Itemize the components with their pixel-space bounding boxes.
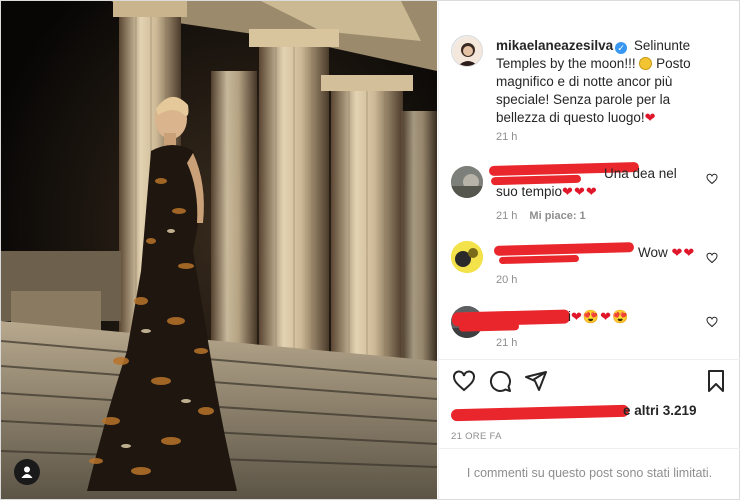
user-tag-icon [21,466,33,478]
actions-divider [439,359,740,360]
comment-2-hearts: ❤❤ [671,245,696,260]
comment-2-time[interactable]: 20 h [496,274,517,286]
author-photo-icon [453,37,482,66]
verified-badge-icon: ✓ [615,42,628,54]
post-caption: mikaelaneazesilva ✓ Selinunte Temples by … [496,37,720,127]
comment-3-like-icon[interactable] [706,316,718,328]
comment-1-time[interactable]: 21 h [496,210,517,222]
user-tag-button[interactable] [14,459,40,485]
comment-1-likes[interactable]: Mi piace: 1 [529,210,585,222]
author-username[interactable]: mikaelaneazesilva [496,38,613,53]
caption-heart-emoji: ❤ [644,110,657,125]
comment-3-meta: 21 h [496,337,517,349]
comment-2-like-icon[interactable] [706,252,718,264]
share-icon[interactable] [524,369,548,393]
comment-1-meta: 21 h Mi piace: 1 [496,210,586,222]
comment-1-like-icon[interactable] [706,173,718,185]
moon-emoji-icon [639,57,653,70]
commenter-photo-icon [451,241,483,273]
comment-avatar-2[interactable] [451,241,483,273]
comments-panel: mikaelaneazesilva ✓ Selinunte Temples by … [438,1,740,499]
commenter-photo-icon [451,166,483,198]
comment-avatar-1[interactable] [451,166,483,198]
comment-3-time[interactable]: 21 h [496,337,517,349]
comment-1: Una dea nel suo tempio❤❤❤ [496,165,700,201]
post-photo[interactable] [1,1,437,499]
heart-icon[interactable] [452,369,476,393]
post-frame: mikaelaneazesilva ✓ Selinunte Temples by … [0,0,740,500]
comment-icon[interactable] [488,369,512,393]
footer-divider [439,448,740,449]
comments-limited-notice: I commenti su questo post sono stati lim… [466,466,713,480]
comment-1-hearts: ❤❤❤ [562,184,598,199]
likes-count[interactable]: e altri 3.219 [451,403,697,418]
comment-2: Wow ❤❤ [496,244,700,262]
temple-scene-image [1,1,437,499]
post-date[interactable]: 21 ORE FA [451,431,502,442]
author-avatar[interactable] [451,35,483,67]
caption-timestamp[interactable]: 21 h [496,131,517,143]
likes-count-text[interactable]: e altri 3.219 [623,403,697,418]
comment-2-meta: 20 h [496,274,517,286]
comment-3: i❤😍❤😍 [496,308,700,326]
comment-3-hearts: ❤😍❤😍 [571,309,630,324]
comment-2-text: Wow [638,245,668,260]
bookmark-icon[interactable] [704,369,728,393]
